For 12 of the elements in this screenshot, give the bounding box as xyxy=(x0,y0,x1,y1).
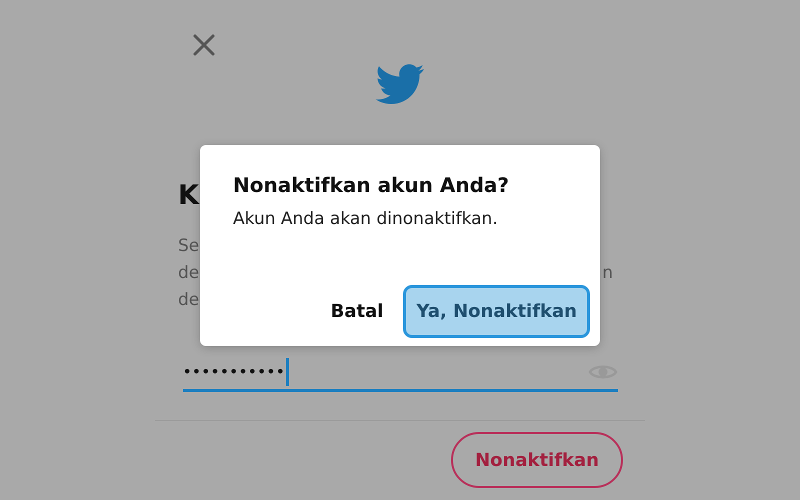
close-icon[interactable] xyxy=(193,34,215,56)
password-field[interactable]: ••••••••••• xyxy=(183,355,618,392)
dialog-message: Akun Anda akan dinonaktifkan. xyxy=(233,209,499,229)
page-heading: K xyxy=(178,180,199,212)
description-text: de xyxy=(178,290,200,310)
cancel-button[interactable]: Batal xyxy=(330,301,384,322)
bird-icon xyxy=(375,64,425,106)
description-text: Se xyxy=(178,236,200,256)
description-text: de xyxy=(178,262,200,282)
description-text: n xyxy=(602,262,613,282)
confirm-button[interactable]: Ya, Nonaktifkan xyxy=(403,285,590,338)
dialog-title: Nonaktifkan akun Anda? xyxy=(233,173,510,197)
